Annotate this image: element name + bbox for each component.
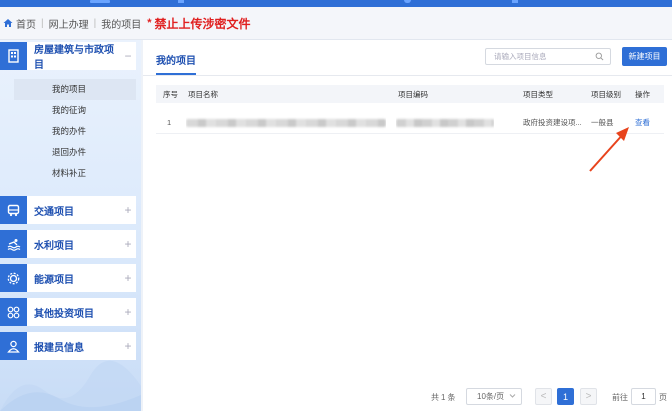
home-icon[interactable]: [3, 18, 13, 28]
bus-icon: [0, 196, 27, 224]
breadcrumb-separator: |: [41, 17, 44, 29]
expand-icon[interactable]: +: [120, 237, 136, 251]
breadcrumb-online-service[interactable]: 网上办理: [49, 16, 89, 31]
goto-prefix: 前往: [612, 392, 628, 402]
expand-icon[interactable]: +: [120, 203, 136, 217]
secret-file-warning: 禁止上传涉密文件: [154, 16, 251, 31]
sidebar-group-other-investment[interactable]: 其他投资项目 +: [0, 298, 136, 326]
divider: [143, 75, 672, 76]
energy-icon: [0, 264, 27, 292]
chevron-down-icon: [509, 394, 516, 398]
total-count: 1: [441, 392, 446, 402]
project-code-redacted: [396, 112, 494, 133]
expand-icon[interactable]: +: [120, 305, 136, 319]
top-nav-bar: [0, 0, 672, 7]
project-level: 一般县: [591, 118, 614, 127]
search-icon[interactable]: [595, 52, 604, 61]
breadcrumb-separator: |: [93, 17, 97, 29]
breadcrumb: 首页 | 网上办理 | 我的项目 * 禁止上传涉密文件: [0, 7, 672, 40]
project-name-redacted: [186, 112, 386, 133]
total-prefix: 共: [431, 392, 439, 402]
user-icon: [0, 332, 27, 360]
sidebar-subitems: 我的项目 我的征询 我的办件 退回办件 材料补正: [14, 79, 136, 184]
building-icon: [0, 42, 27, 70]
nav-item-fragment[interactable]: [404, 0, 411, 3]
sidebar-group-building[interactable]: 房屋建筑与市政项目 −: [0, 42, 136, 71]
pagination-total: 共 1 条: [431, 388, 455, 406]
sidebar-group-label: 水利项目: [34, 240, 74, 252]
column-header-action: 操作: [635, 89, 650, 99]
project-type: 政府投资建设项...: [523, 118, 582, 127]
column-header-code: 项目编码: [398, 89, 428, 99]
sidebar-group-label: 其他投资项目: [34, 308, 94, 320]
sidebar-item-my-projects[interactable]: 我的项目: [14, 79, 136, 100]
page-title: 我的项目: [156, 56, 196, 67]
page-size-select[interactable]: 10条/页: [466, 388, 522, 405]
column-header-index: 序号: [163, 89, 178, 99]
prev-page-button[interactable]: <: [535, 388, 552, 405]
search-box: [485, 48, 611, 65]
sidebar-group-traffic[interactable]: 交通项目 +: [0, 196, 136, 224]
next-page-button[interactable]: >: [580, 388, 597, 405]
breadcrumb-home[interactable]: 首页: [16, 16, 36, 31]
sidebar-group-applicant-info[interactable]: 报建员信息 +: [0, 332, 136, 360]
sidebar-group-label: 能源项目: [34, 274, 74, 286]
sidebar-group-energy[interactable]: 能源项目 +: [0, 264, 136, 292]
column-header-type: 项目类型: [523, 89, 553, 99]
table-row: 1 政府投资建设项... 一般县 查看: [156, 112, 664, 134]
water-icon: [0, 230, 27, 258]
sidebar-item-returned-cases[interactable]: 退回办件: [14, 142, 136, 163]
current-page-button[interactable]: 1: [557, 388, 574, 405]
goto-page-input[interactable]: 1: [631, 388, 656, 405]
table-header: 序号 项目名称 项目编码 项目类型 项目级别 操作: [156, 85, 664, 103]
main-panel: 我的项目 新建项目 序号 项目名称 项目编码 项目类型 项目级别 操作 1 政府…: [143, 40, 672, 411]
column-header-name: 项目名称: [188, 89, 218, 99]
new-project-button[interactable]: 新建项目: [622, 47, 667, 66]
view-link[interactable]: 查看: [635, 112, 650, 133]
sidebar-item-material-supplement[interactable]: 材料补正: [14, 163, 136, 184]
nav-item-fragment[interactable]: [512, 0, 518, 3]
sidebar-group-label: 交通项目: [34, 206, 74, 218]
search-input[interactable]: [486, 52, 586, 61]
nav-item-fragment[interactable]: [178, 0, 184, 3]
grid-icon: [0, 298, 27, 326]
total-suffix: 条: [447, 392, 456, 402]
breadcrumb-current: 我的项目: [101, 19, 142, 31]
sidebar-group-water[interactable]: 水利项目 +: [0, 230, 136, 258]
sidebar-item-my-cases[interactable]: 我的办件: [14, 121, 136, 142]
column-header-level: 项目级别: [591, 89, 621, 99]
sidebar-decoration: [0, 360, 141, 411]
expand-icon[interactable]: +: [120, 339, 136, 353]
expand-icon[interactable]: +: [120, 271, 136, 285]
sidebar-item-my-consultations[interactable]: 我的征询: [14, 100, 136, 121]
sidebar-group-label: 报建员信息: [34, 342, 84, 354]
warning-star: *: [147, 17, 152, 29]
sidebar-group-label: 房屋建筑与市政项目: [34, 45, 114, 71]
page-size-value: 10条/页: [477, 392, 505, 401]
goto-suffix: 页: [659, 392, 667, 402]
nav-item-fragment[interactable]: [90, 0, 110, 3]
row-index: 1: [167, 118, 172, 127]
collapse-icon[interactable]: −: [120, 49, 136, 63]
